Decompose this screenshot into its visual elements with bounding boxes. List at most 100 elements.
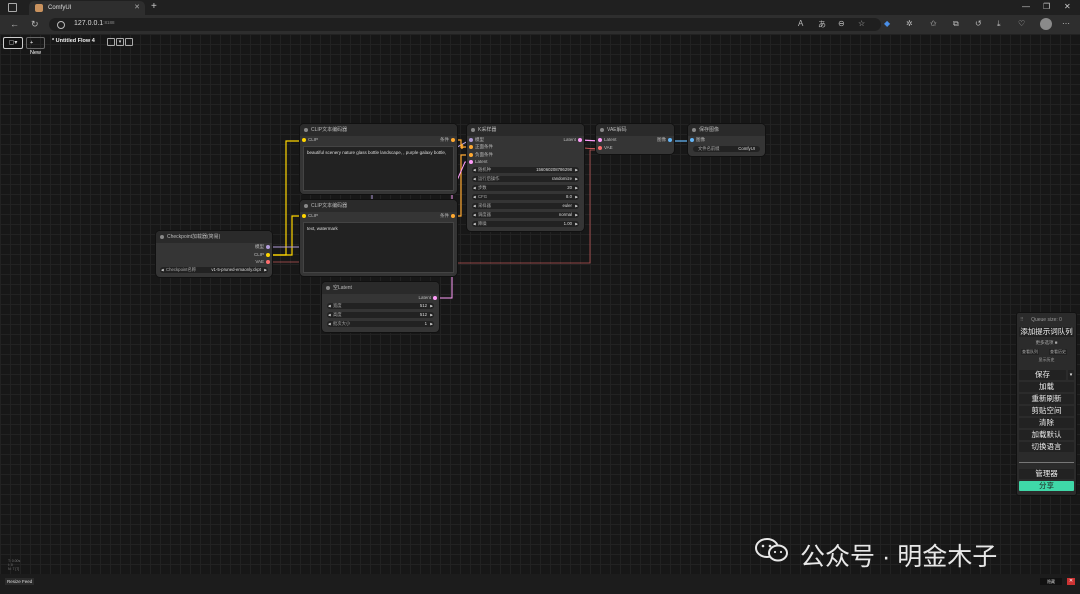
image-input-socket[interactable] (690, 138, 694, 142)
widget-value: ComfyUI (738, 146, 755, 151)
reroute-icon: ⬍ (459, 143, 465, 151)
filename-prefix-widget[interactable]: 文件名前缀 ComfyUI (693, 146, 760, 152)
node-title[interactable]: CLIP文本编码器 (300, 200, 457, 212)
conditioning-output-socket[interactable] (451, 138, 455, 142)
image-input-label: 图像 (696, 137, 705, 142)
canvas-info: T: 0.00s I: 0 N: 7 [7] (8, 559, 21, 571)
seed-widget[interactable]: 随机种 156060208786298 (472, 167, 579, 173)
widget-label: CFG (478, 194, 488, 199)
vae-input-label: VAE (604, 145, 613, 150)
switch-language-button[interactable]: 切换语言 (1019, 442, 1074, 452)
negative-input-socket[interactable] (469, 153, 473, 157)
ksampler-node[interactable]: K采样器 模型 正面条件 负面条件 Latent Latent 随机种 15606… (467, 124, 584, 231)
sampler-widget[interactable]: 采样器 euler (472, 203, 579, 209)
widget-label: Checkpoint名称 (166, 267, 197, 272)
widget-value: 1 (424, 321, 427, 326)
prompt-textarea[interactable]: text, watermark (303, 222, 454, 273)
clip-input-socket[interactable] (302, 214, 306, 218)
load-default-button[interactable]: 加载默认 (1019, 430, 1074, 440)
view-queue-button[interactable]: 查看队列 (1021, 349, 1039, 355)
latent-output-label: Latent (418, 295, 431, 300)
latent-input-label: Latent (604, 137, 617, 142)
batch-size-widget[interactable]: 批次大小 1 (327, 321, 434, 327)
checkpoint-name-widget[interactable]: Checkpoint名称 v1-5-pruned-emaonly.ckpt (160, 267, 268, 273)
control-after-generate-widget[interactable]: 运行后操作 randomize (472, 176, 579, 182)
save-dropdown-icon[interactable]: ▾ (1068, 370, 1074, 380)
widget-value: 8.0 (566, 194, 572, 199)
clip-link-positive (269, 140, 303, 256)
checkpoint-loader-node[interactable]: Checkpoint加载器(简易) 模型 CLIP VAE Checkpoint… (156, 231, 272, 277)
widget-label: 步数 (478, 185, 487, 190)
vae-input-socket[interactable] (598, 146, 602, 150)
hide-feed-button[interactable]: 隐藏 (1040, 578, 1062, 585)
image-output-socket[interactable] (668, 138, 672, 142)
extra-options-checkbox[interactable]: 更多选项 ■ (1017, 340, 1076, 346)
refresh-button[interactable]: 重新刷新 (1019, 394, 1074, 404)
widget-label: 运行后操作 (478, 176, 500, 181)
node-title[interactable]: 保存图像 (688, 124, 765, 136)
clip-output-label: CLIP (253, 252, 264, 257)
widget-label: 调度器 (478, 212, 491, 217)
clip-text-encode-positive-node[interactable]: CLIP文本编码器 CLIP 条件 beautiful scenery natu… (300, 124, 457, 194)
divider (1019, 462, 1074, 463)
widget-value: v1-5-pruned-emaonly.ckpt (211, 267, 261, 272)
vae-output-label: VAE (255, 259, 264, 264)
load-button[interactable]: 加载 (1019, 382, 1074, 392)
queue-size-label: ⠿ Queue size: 0 (1020, 317, 1062, 323)
node-title[interactable]: 空Latent (322, 282, 439, 294)
model-input-label: 模型 (475, 137, 484, 142)
node-title[interactable]: Checkpoint加载器(简易) (156, 231, 272, 243)
drag-handle-icon[interactable]: ⠿ (1020, 317, 1024, 323)
clipspace-button[interactable]: 剪贴空间 (1019, 406, 1074, 416)
latent-input-label: Latent (475, 159, 488, 164)
conditioning-output-label: 条件 (440, 137, 449, 142)
view-history-button[interactable]: 查看历史 (1049, 349, 1067, 355)
latent-output-socket[interactable] (433, 296, 437, 300)
widget-label: 高度 (333, 312, 342, 317)
resize-feed-button[interactable]: Resize Feed (5, 578, 35, 585)
clip-input-label: CLIP (308, 137, 319, 142)
negative-input-label: 负面条件 (475, 152, 493, 157)
widget-label: 降噪 (478, 221, 487, 226)
clip-text-encode-negative-node[interactable]: CLIP文本编码器 CLIP 条件 text, watermark (300, 200, 457, 276)
clip-input-socket[interactable] (302, 138, 306, 142)
widget-label: 文件名前缀 (698, 146, 720, 151)
share-button[interactable]: 分享 (1019, 481, 1074, 491)
queue-panel: ⠿ Queue size: 0 添加提示词队列 更多选项 ■ 查看队列 查看历史 … (1017, 313, 1076, 495)
scheduler-widget[interactable]: 调度器 normal (472, 212, 579, 218)
vae-output-socket[interactable] (266, 260, 270, 264)
positive-input-socket[interactable] (469, 145, 473, 149)
height-widget[interactable]: 高度 512 (327, 312, 434, 318)
steps-widget[interactable]: 步数 20 (472, 185, 579, 191)
model-input-socket[interactable] (469, 138, 473, 142)
denoise-widget[interactable]: 降噪 1.00 (472, 221, 579, 227)
manager-button[interactable]: 管理器 (1019, 469, 1074, 479)
save-image-node[interactable]: 保存图像 图像 文件名前缀 ComfyUI (688, 124, 765, 156)
node-title[interactable]: VAE解码 (596, 124, 674, 136)
clip-output-socket[interactable] (266, 253, 270, 257)
queue-prompt-button[interactable]: 添加提示词队列 (1019, 327, 1074, 337)
model-output-socket[interactable] (266, 245, 270, 249)
clip-input-label: CLIP (308, 213, 319, 218)
latent-output-socket[interactable] (578, 138, 582, 142)
conditioning-output-socket[interactable] (451, 214, 455, 218)
save-button[interactable]: 保存 (1019, 370, 1066, 380)
widget-value: 512 (419, 312, 427, 317)
cfg-widget[interactable]: CFG 8.0 (472, 194, 579, 200)
widget-value: 156060208786298 (536, 167, 572, 172)
latent-input-socket[interactable] (598, 138, 602, 142)
widget-label: 采样器 (478, 203, 491, 208)
feed-close-icon[interactable]: ✕ (1067, 578, 1075, 585)
node-title[interactable]: K采样器 (467, 124, 584, 136)
model-output-label: 模型 (255, 244, 264, 249)
empty-latent-node[interactable]: 空Latent Latent 宽度 512 高度 512 批次大小 1 (322, 282, 439, 332)
wechat-logo-icon (755, 538, 788, 562)
conditioning-output-label: 条件 (440, 213, 449, 218)
node-title[interactable]: CLIP文本编码器 (300, 124, 457, 136)
vae-decode-node[interactable]: VAE解码 Latent VAE 图像 (596, 124, 674, 154)
width-widget[interactable]: 宽度 512 (327, 303, 434, 309)
latent-input-socket[interactable] (469, 160, 473, 164)
clear-button[interactable]: 清除 (1019, 418, 1074, 428)
prompt-textarea[interactable]: beautiful scenery nature glass bottle la… (303, 146, 454, 191)
show-history-label[interactable]: 显示历史 (1017, 357, 1076, 363)
